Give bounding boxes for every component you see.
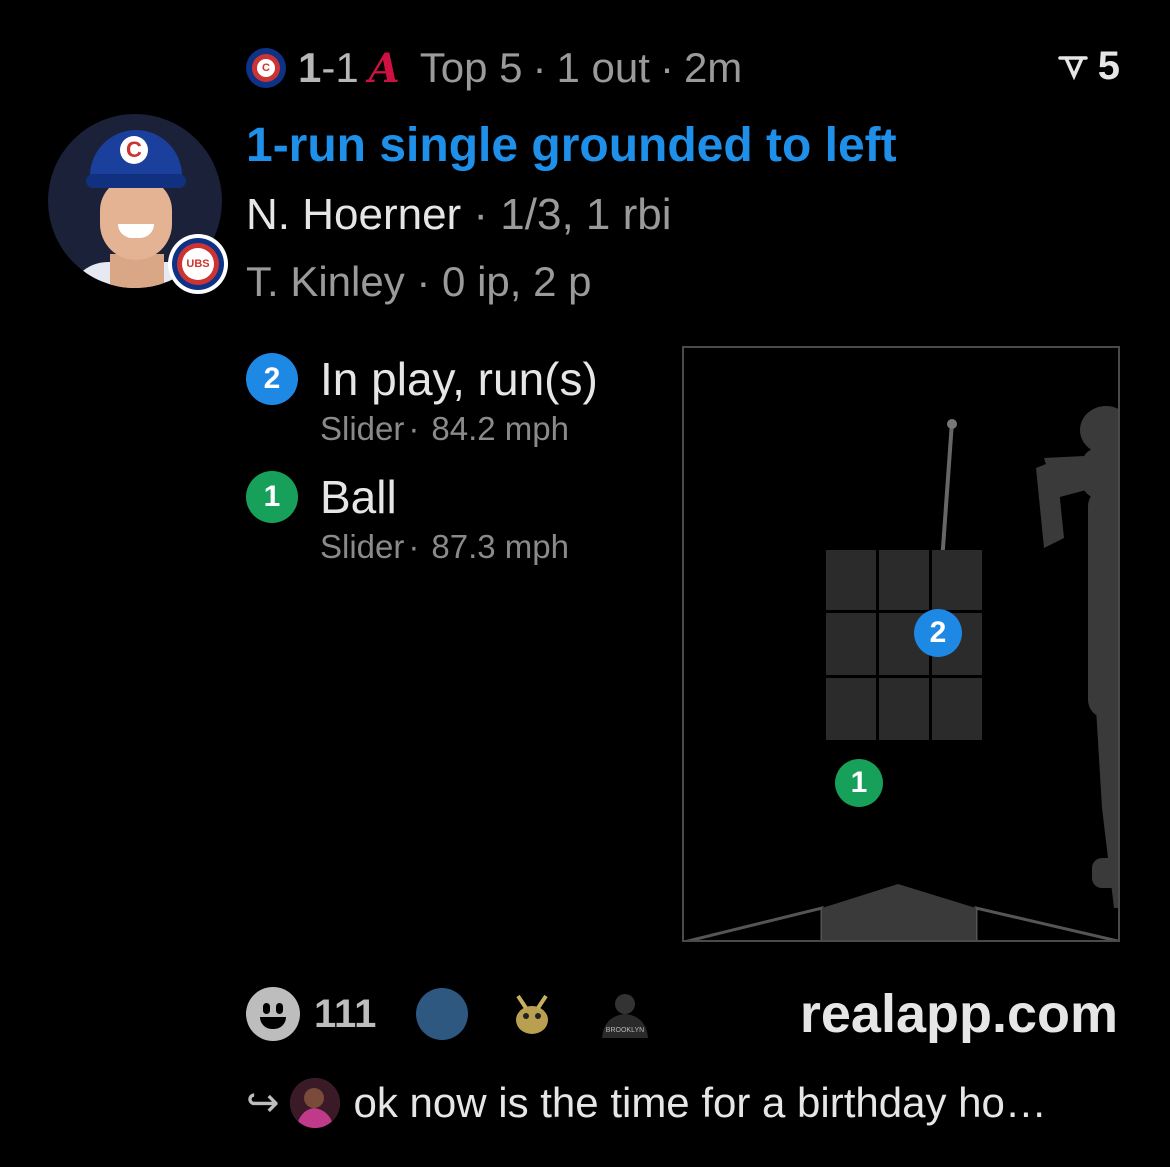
pitch-item: 2 In play, run(s) Slider · 84.2 mph bbox=[246, 352, 598, 448]
comment-preview[interactable]: ↪ ok now is the time for a birthday ho… bbox=[246, 1078, 1047, 1128]
separator-dot: · bbox=[532, 44, 547, 91]
score-separator: - bbox=[321, 44, 336, 91]
home-score: 1 bbox=[298, 44, 322, 91]
reaction-count: 5 bbox=[1097, 44, 1120, 88]
play-headline[interactable]: 1-run single grounded to left bbox=[246, 118, 897, 173]
comment-text: ok now is the time for a birthday ho… bbox=[353, 1079, 1047, 1126]
pitcher-line[interactable]: T. Kinley · 0 ip, 2 p bbox=[246, 258, 592, 306]
inning-label: Top 5 bbox=[419, 44, 523, 91]
pitch-result: Ball bbox=[320, 471, 397, 523]
pitch-detail: Slider · 87.3 mph bbox=[320, 528, 569, 566]
pitch-result: In play, run(s) bbox=[320, 353, 598, 405]
pitch-number-badge: 1 bbox=[246, 471, 298, 523]
reactor-avatar[interactable]: BROOKLYN bbox=[596, 988, 649, 1040]
outs-label: 1 out bbox=[556, 44, 650, 91]
braves-logo-icon: A bbox=[368, 44, 400, 92]
cubs-team-badge-icon: UBS bbox=[168, 234, 228, 294]
separator-dot: · bbox=[659, 44, 674, 91]
time-ago: 2m bbox=[683, 44, 743, 91]
game-status-line[interactable]: C 1 - 1 A Top 5 · 1 out · 2m bbox=[246, 42, 742, 94]
home-plate bbox=[822, 884, 976, 940]
pitch-type: Slider bbox=[320, 410, 405, 447]
pitch-number-badge: 2 bbox=[246, 353, 298, 405]
batter-name: N. Hoerner bbox=[246, 190, 462, 239]
pitch-item: 1 Ball Slider · 87.3 mph bbox=[246, 470, 569, 566]
batter-silhouette-icon bbox=[1036, 406, 1118, 908]
site-link[interactable]: realapp.com bbox=[800, 983, 1118, 1045]
pitch-speed: 84.2 mph bbox=[431, 410, 569, 447]
reaction-count-button[interactable]: 5 bbox=[1058, 44, 1120, 89]
reaction-count[interactable]: 111 bbox=[314, 992, 376, 1037]
reply-arrow-icon: ↪ bbox=[246, 1081, 280, 1125]
smiley-icon[interactable] bbox=[246, 987, 300, 1041]
svg-text:BROOKLYN: BROOKLYN bbox=[606, 1027, 644, 1034]
batter-line[interactable]: N. Hoerner · 1/3, 1 rbi bbox=[246, 190, 672, 240]
reaction-v-icon bbox=[1058, 55, 1088, 80]
pitch-detail: Slider · 84.2 mph bbox=[320, 410, 598, 448]
strike-zone-graphic[interactable]: 2 1 bbox=[682, 346, 1120, 942]
away-score: 1 bbox=[335, 44, 359, 91]
separator-dot: · bbox=[408, 528, 420, 565]
pitch-marker-1[interactable]: 1 bbox=[835, 759, 883, 807]
cubs-logo-icon: C bbox=[246, 48, 286, 88]
reactor-avatar[interactable] bbox=[416, 988, 469, 1040]
batter-stat: · 1/3, 1 rbi bbox=[461, 190, 672, 239]
footer-bar: 111 BROOKLYN realapp.com bbox=[246, 984, 1118, 1044]
pitch-marker-2[interactable]: 2 bbox=[914, 609, 962, 657]
strike-zone-svg bbox=[685, 406, 1118, 940]
pitch-type: Slider bbox=[320, 528, 405, 565]
commenter-avatar bbox=[289, 1078, 340, 1128]
pitch-speed: 87.3 mph bbox=[431, 528, 569, 565]
reactor-avatar[interactable] bbox=[506, 988, 558, 1040]
separator-dot: · bbox=[408, 410, 420, 447]
